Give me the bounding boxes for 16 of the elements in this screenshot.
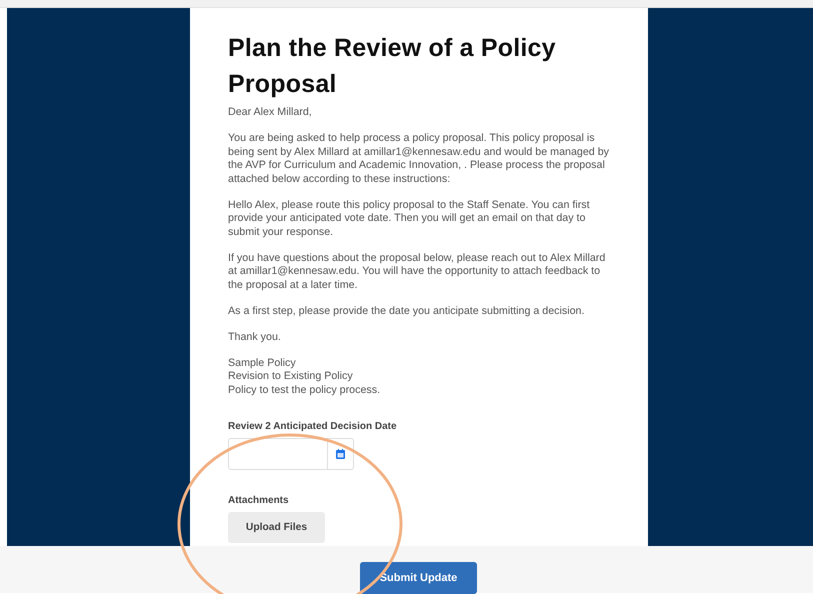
instruction-paragraph: If you have questions about the proposal below, please reach out to Alex Millard at amillar1@kennesaw.edu. You will have the opportunity to attach feedback to the proposal at a later time. bbox=[228, 252, 606, 292]
field-label: Review 2 Anticipated Decision Date bbox=[228, 421, 398, 432]
policy-line: Policy to test the policy process. bbox=[228, 384, 382, 397]
attachments-label: Attachments bbox=[228, 495, 290, 506]
instruction-paragraph: Hello Alex, please route this policy proposal to the Staff Senate. You can first provide your anticipated vote date. Then you will get an email on that day to submit your response. bbox=[228, 198, 591, 239]
policy-line: Sample Policy bbox=[228, 356, 297, 370]
policy-line: Revision to Existing Policy bbox=[228, 370, 354, 384]
instruction-paragraph: You are being asked to help process a policy proposal. This policy proposal is being sent by Alex Millard at amillar1@kennesaw.edu and would be managed by the AVP for Curriculum and Academic Innovation, . Please process the proposal attached below according to these instructions: bbox=[228, 132, 610, 186]
greeting-text: Dear Alex Millard, bbox=[228, 106, 313, 120]
calendar-icon[interactable] bbox=[336, 449, 345, 459]
instruction-paragraph: Thank you. bbox=[228, 330, 282, 344]
page-title: Plan the Review of a Policy Proposal bbox=[228, 33, 557, 100]
instruction-paragraph: As a first step, please provide the date you anticipate submitting a decision. bbox=[228, 304, 586, 318]
date-field[interactable] bbox=[228, 438, 354, 470]
upload-files-button[interactable]: Upload Files bbox=[228, 512, 325, 543]
submit-update-button[interactable]: Submit Update bbox=[360, 562, 477, 594]
